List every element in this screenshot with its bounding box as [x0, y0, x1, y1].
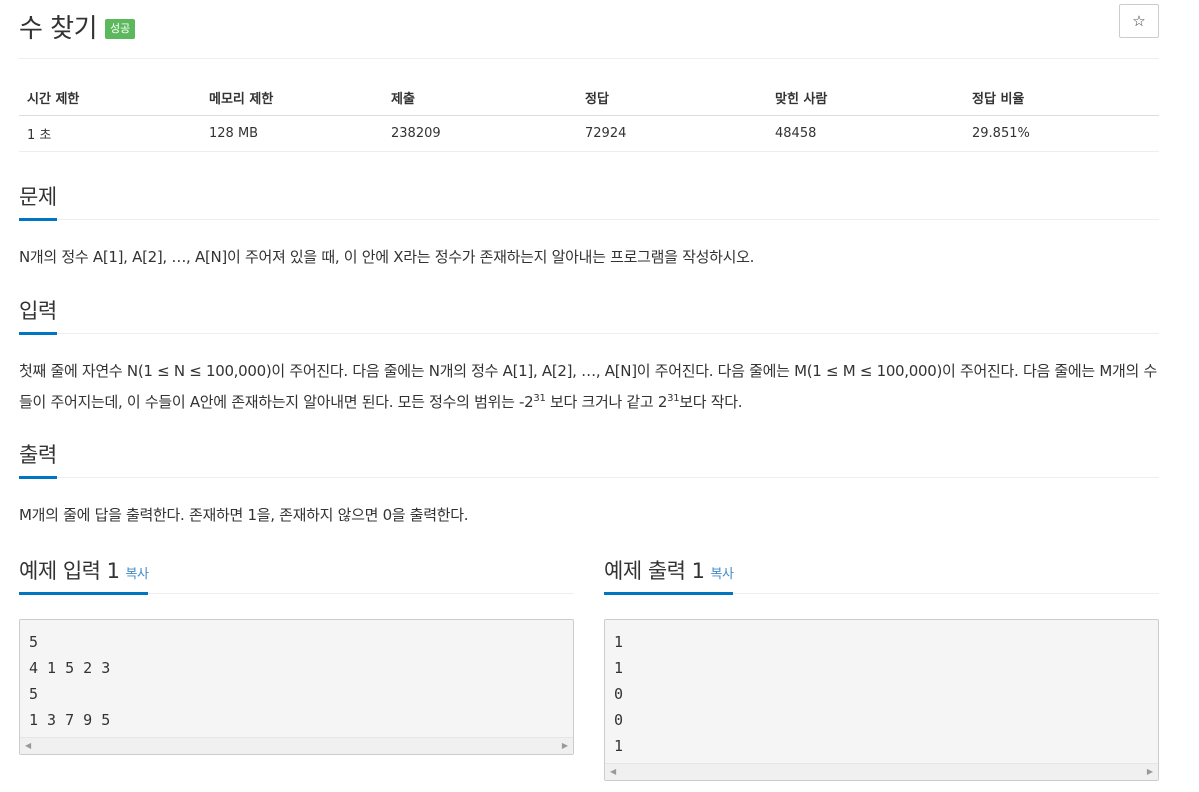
input-exponent-2: 31 [667, 393, 680, 404]
info-value-row: 1 초 128 MB 238209 72924 48458 29.851% [19, 115, 1159, 152]
value-accepted: 72924 [577, 115, 767, 152]
sample-input-scrollbar[interactable]: ◀ ▶ [20, 737, 573, 754]
value-submissions: 238209 [383, 115, 577, 152]
info-header-row: 시간 제한 메모리 제한 제출 정답 맞힌 사람 정답 비율 [19, 80, 1159, 116]
value-memory-limit: 128 MB [201, 115, 383, 152]
output-heading: 출력 [19, 439, 57, 479]
scroll-left-icon[interactable]: ◀ [610, 767, 616, 776]
input-heading: 입력 [19, 295, 57, 335]
sample-input-title: 예제 입력 1 [19, 559, 120, 583]
star-icon: ☆ [1132, 12, 1146, 30]
header-solvers: 맞힌 사람 [767, 80, 964, 116]
input-text-part-3: 보다 작다. [679, 393, 743, 411]
scroll-right-icon[interactable]: ▶ [562, 741, 568, 750]
scroll-left-icon[interactable]: ◀ [25, 741, 31, 750]
scroll-right-icon[interactable]: ▶ [1147, 767, 1153, 776]
input-text: 첫째 줄에 자연수 N(1 ≤ N ≤ 100,000)이 주어진다. 다음 줄… [19, 356, 1159, 418]
sample-output-box[interactable]: 1 1 0 0 1 ◀ ▶ [604, 619, 1159, 781]
problem-info-table: 시간 제한 메모리 제한 제출 정답 맞힌 사람 정답 비율 1 초 128 M… [19, 80, 1159, 152]
header-submissions: 제출 [383, 80, 577, 116]
description-section-header: 문제 [19, 181, 1159, 221]
input-section-header: 입력 [19, 295, 1159, 335]
title-divider [19, 58, 1159, 59]
value-time-limit: 1 초 [19, 115, 201, 152]
sample-output-heading: 예제 출력 1 복사 [604, 555, 734, 595]
value-solvers: 48458 [767, 115, 964, 152]
sample-output-content: 1 1 0 0 1 [614, 633, 624, 755]
copy-sample-input-link[interactable]: 복사 [126, 567, 149, 582]
sample-output-header: 예제 출력 1 복사 [604, 555, 1159, 595]
header-accepted: 정답 [577, 80, 767, 116]
output-text: M개의 줄에 답을 출력한다. 존재하면 1을, 존재하지 않으면 0을 출력한… [19, 506, 469, 524]
input-text-part-2: 보다 크거나 같고 2 [545, 393, 668, 411]
header-accept-ratio: 정답 비율 [964, 80, 1159, 116]
sample-input-box[interactable]: 5 4 1 5 2 3 5 1 3 7 9 5 ◀ ▶ [19, 619, 574, 755]
sample-output-panel: 예제 출력 1 복사 1 1 0 0 1 ◀ ▶ [604, 555, 1159, 781]
sample-input-content: 5 4 1 5 2 3 5 1 3 7 9 5 [29, 633, 111, 729]
description-text: N개의 정수 A[1], A[2], …, A[N]이 주어져 있을 때, 이 … [19, 248, 755, 266]
copy-sample-output-link[interactable]: 복사 [711, 567, 734, 582]
header-memory-limit: 메모리 제한 [201, 80, 383, 116]
favorite-button[interactable]: ☆ [1119, 4, 1159, 38]
output-section-header: 출력 [19, 439, 1159, 479]
sample-input-header: 예제 입력 1 복사 [19, 555, 574, 595]
input-exponent-1: 31 [533, 393, 546, 404]
sample-output-scrollbar[interactable]: ◀ ▶ [605, 763, 1158, 780]
value-accept-ratio: 29.851% [964, 115, 1159, 152]
description-heading: 문제 [19, 181, 57, 221]
status-badge: 성공 [105, 19, 136, 39]
sample-output-title: 예제 출력 1 [604, 559, 705, 583]
header-time-limit: 시간 제한 [19, 80, 201, 116]
sample-input-heading: 예제 입력 1 복사 [19, 555, 149, 595]
problem-title: 수 찾기 [19, 13, 98, 44]
sample-input-panel: 예제 입력 1 복사 5 4 1 5 2 3 5 1 3 7 9 5 ◀ ▶ [19, 555, 574, 755]
problem-title-row: 수 찾기 성공 [19, 6, 136, 46]
